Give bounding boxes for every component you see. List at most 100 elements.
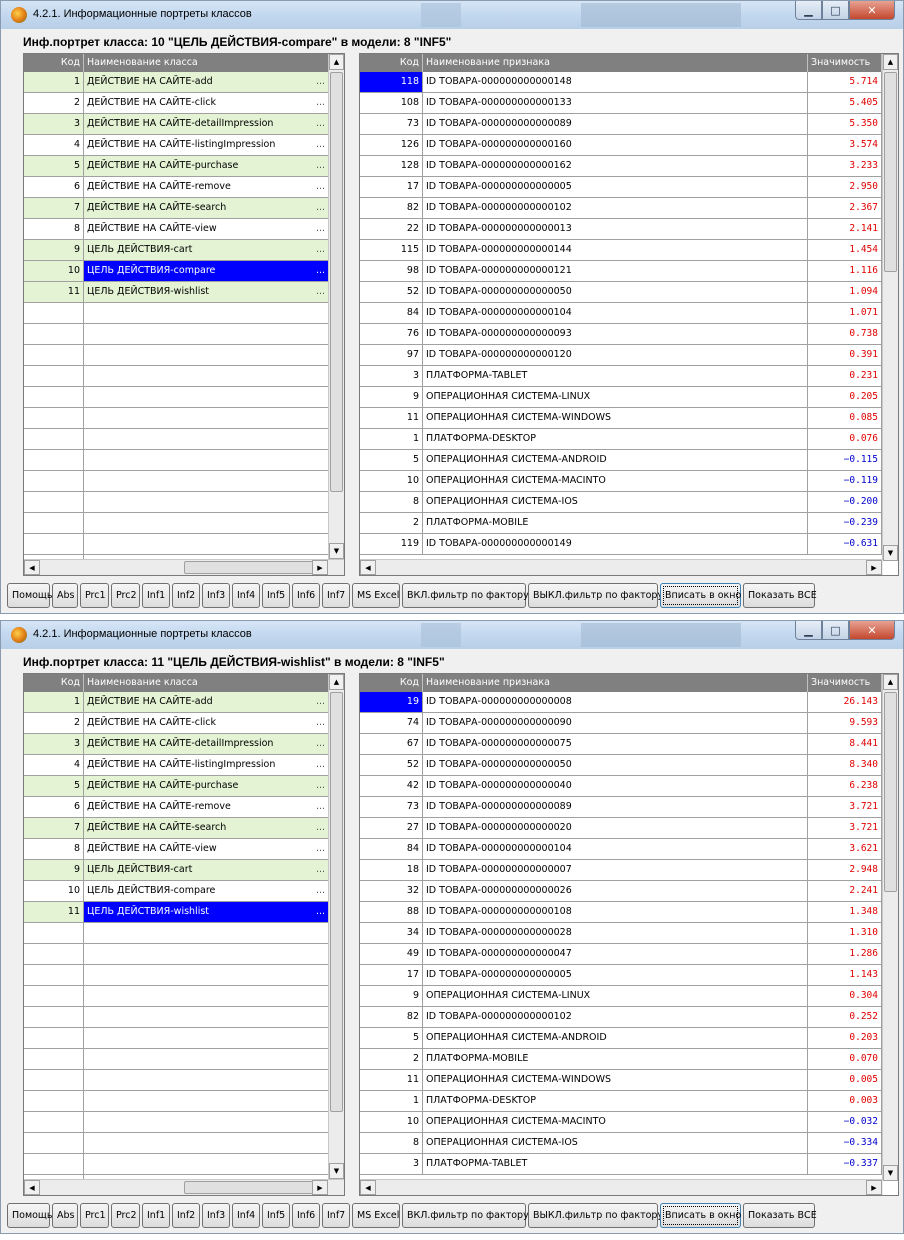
button-15[interactable]: Вписать в окно xyxy=(660,1203,741,1228)
features-table[interactable]: Код Наименование признака Значимость 19 ID Т… xyxy=(359,673,899,1196)
ellipsis-button[interactable]: ... xyxy=(316,839,325,859)
table-row[interactable]: 82 ID ТОВАРА-000000000000102 0.252 xyxy=(360,1007,882,1028)
ellipsis-button[interactable]: ... xyxy=(316,755,325,775)
button-7[interactable]: Inf3 xyxy=(202,1203,230,1228)
close-button[interactable]: ✕ xyxy=(849,621,895,640)
button-9[interactable]: Inf5 xyxy=(262,583,290,608)
table-row[interactable]: 73 ID ТОВАРА-000000000000089 3.721 xyxy=(360,797,882,818)
table-row[interactable]: 3 ДЕЙСТВИЕ НА САЙТЕ-detailImpression... xyxy=(24,734,329,755)
table-row[interactable]: 9 ЦЕЛЬ ДЕЙСТВИЯ-cart... xyxy=(24,240,329,261)
table-row[interactable]: 67 ID ТОВАРА-000000000000075 8.441 xyxy=(360,734,882,755)
table-row[interactable]: 97 ID ТОВАРА-000000000000120 0.391 xyxy=(360,345,882,366)
table-row[interactable]: 9 ЦЕЛЬ ДЕЙСТВИЯ-cart... xyxy=(24,860,329,881)
table-row[interactable]: 5 ДЕЙСТВИЕ НА САЙТЕ-purchase... xyxy=(24,156,329,177)
table-row[interactable]: 42 ID ТОВАРА-000000000000040 6.238 xyxy=(360,776,882,797)
table-row[interactable]: 1 ПЛАТФОРМА-DESKTOP 0.003 xyxy=(360,1091,882,1112)
scroll-down-icon[interactable]: ▼ xyxy=(329,1163,344,1179)
minimize-button[interactable]: ▁ xyxy=(795,1,822,20)
button-11[interactable]: Inf7 xyxy=(322,1203,350,1228)
table-row[interactable]: 52 ID ТОВАРА-000000000000050 1.094 xyxy=(360,282,882,303)
column-header-feature-name[interactable]: Наименование признака xyxy=(423,674,808,692)
app-icon[interactable] xyxy=(11,7,27,23)
table-row[interactable]: 2 ПЛАТФОРМА-MOBILE −0.239 xyxy=(360,513,882,534)
ellipsis-button[interactable]: ... xyxy=(316,776,325,796)
ellipsis-button[interactable]: ... xyxy=(316,114,325,134)
column-header-code[interactable]: Код xyxy=(360,54,423,72)
table-row[interactable]: 2 ПЛАТФОРМА-MOBILE 0.070 xyxy=(360,1049,882,1070)
vertical-scrollbar[interactable]: ▲ ▼ xyxy=(328,54,344,559)
scroll-right-icon[interactable]: ▶ xyxy=(866,1180,882,1195)
ellipsis-button[interactable]: ... xyxy=(316,72,325,92)
table-row[interactable]: 10 ОПЕРАЦИОННАЯ СИСТЕМА-MACINTO −0.032 xyxy=(360,1112,882,1133)
table-row[interactable]: 9 ОПЕРАЦИОННАЯ СИСТЕМА-LINUX 0.205 xyxy=(360,387,882,408)
column-header-significance[interactable]: Значимость xyxy=(808,674,882,692)
maximize-button[interactable]: □ xyxy=(822,1,849,20)
horizontal-scrollbar[interactable]: ◀ ▶ xyxy=(360,559,883,575)
column-header-feature-name[interactable]: Наименование признака xyxy=(423,54,808,72)
ellipsis-button[interactable]: ... xyxy=(316,713,325,733)
close-button[interactable]: ✕ xyxy=(849,1,895,20)
table-row[interactable]: 5 ОПЕРАЦИОННАЯ СИСТЕМА-ANDROID −0.115 xyxy=(360,450,882,471)
button-7[interactable]: Inf3 xyxy=(202,583,230,608)
ellipsis-button[interactable]: ... xyxy=(316,177,325,197)
table-row[interactable]: 10 ОПЕРАЦИОННАЯ СИСТЕМА-MACINTO −0.119 xyxy=(360,471,882,492)
table-row[interactable]: 3 ДЕЙСТВИЕ НА САЙТЕ-detailImpression... xyxy=(24,114,329,135)
ellipsis-button[interactable]: ... xyxy=(316,734,325,754)
table-row[interactable]: 98 ID ТОВАРА-000000000000121 1.116 xyxy=(360,261,882,282)
button-3[interactable]: Prc1 xyxy=(80,583,109,608)
table-row[interactable]: 27 ID ТОВАРА-000000000000020 3.721 xyxy=(360,818,882,839)
ellipsis-button[interactable]: ... xyxy=(316,860,325,880)
button-6[interactable]: Inf2 xyxy=(172,583,200,608)
table-row[interactable]: 11 ЦЕЛЬ ДЕЙСТВИЯ-wishlist... xyxy=(24,902,329,923)
scroll-right-icon[interactable]: ▶ xyxy=(312,1180,328,1195)
table-row[interactable]: 19 ID ТОВАРА-000000000000008 26.143 xyxy=(360,692,882,713)
table-row[interactable]: 11 ЦЕЛЬ ДЕЙСТВИЯ-wishlist... xyxy=(24,282,329,303)
table-row[interactable]: 82 ID ТОВАРА-000000000000102 2.367 xyxy=(360,198,882,219)
button-12[interactable]: MS Excel xyxy=(352,583,400,608)
scroll-up-icon[interactable]: ▲ xyxy=(883,54,898,70)
table-row[interactable]: 84 ID ТОВАРА-000000000000104 1.071 xyxy=(360,303,882,324)
button-5[interactable]: Inf1 xyxy=(142,583,170,608)
table-row[interactable]: 108 ID ТОВАРА-000000000000133 5.405 xyxy=(360,93,882,114)
table-row[interactable]: 49 ID ТОВАРА-000000000000047 1.286 xyxy=(360,944,882,965)
button-13[interactable]: ВКЛ.фильтр по фактору xyxy=(402,583,529,608)
vertical-scrollbar[interactable]: ▲ ▼ xyxy=(328,674,344,1179)
scroll-up-icon[interactable]: ▲ xyxy=(329,674,344,690)
table-row[interactable]: 18 ID ТОВАРА-000000000000007 2.948 xyxy=(360,860,882,881)
button-4[interactable]: Prc2 xyxy=(111,583,140,608)
table-row[interactable]: 2 ДЕЙСТВИЕ НА САЙТЕ-click... xyxy=(24,93,329,114)
scroll-right-icon[interactable]: ▶ xyxy=(866,560,882,575)
button-8[interactable]: Inf4 xyxy=(232,583,260,608)
column-header-significance[interactable]: Значимость xyxy=(808,54,882,72)
ellipsis-button[interactable]: ... xyxy=(316,261,325,281)
button-5[interactable]: Inf1 xyxy=(142,1203,170,1228)
table-row[interactable]: 3 ПЛАТФОРМА-TABLET 0.231 xyxy=(360,366,882,387)
table-row[interactable]: 5 ДЕЙСТВИЕ НА САЙТЕ-purchase... xyxy=(24,776,329,797)
table-row[interactable]: 7 ДЕЙСТВИЕ НА САЙТЕ-search... xyxy=(24,818,329,839)
table-row[interactable]: 1 ПЛАТФОРМА-DESKTOP 0.076 xyxy=(360,429,882,450)
button-6[interactable]: Inf2 xyxy=(172,1203,200,1228)
classes-table[interactable]: Код Наименование класса 1 ДЕЙСТВИЕ НА САЙТЕ… xyxy=(23,53,345,576)
scroll-left-icon[interactable]: ◀ xyxy=(24,1180,40,1195)
table-row[interactable]: 118 ID ТОВАРА-000000000000148 5.714 xyxy=(360,72,882,93)
table-row[interactable]: 8 ОПЕРАЦИОННАЯ СИСТЕМА-IOS −0.334 xyxy=(360,1133,882,1154)
ellipsis-button[interactable]: ... xyxy=(316,818,325,838)
horizontal-scrollbar[interactable]: ◀ ▶ xyxy=(360,1179,883,1195)
ellipsis-button[interactable]: ... xyxy=(316,240,325,260)
column-header-class-name[interactable]: Наименование класса xyxy=(84,54,329,72)
ellipsis-button[interactable]: ... xyxy=(316,282,325,302)
ellipsis-button[interactable]: ... xyxy=(316,198,325,218)
maximize-button[interactable]: □ xyxy=(822,621,849,640)
horizontal-scrollbar[interactable]: ◀ ▶ xyxy=(24,1179,344,1195)
features-table[interactable]: Код Наименование признака Значимость 118 ID … xyxy=(359,53,899,576)
table-row[interactable]: 34 ID ТОВАРА-000000000000028 1.310 xyxy=(360,923,882,944)
table-row[interactable]: 9 ОПЕРАЦИОННАЯ СИСТЕМА-LINUX 0.304 xyxy=(360,986,882,1007)
scroll-up-icon[interactable]: ▲ xyxy=(329,54,344,70)
button-14[interactable]: ВЫКЛ.фильтр по фактору xyxy=(528,1203,663,1228)
table-row[interactable]: 7 ДЕЙСТВИЕ НА САЙТЕ-search... xyxy=(24,198,329,219)
table-row[interactable]: 11 ОПЕРАЦИОННАЯ СИСТЕМА-WINDOWS 0.085 xyxy=(360,408,882,429)
title-bar[interactable]: 4.2.1. Информационные портреты классов ▁ □… xyxy=(1,621,903,649)
button-4[interactable]: Prc2 xyxy=(111,1203,140,1228)
button-13[interactable]: ВКЛ.фильтр по фактору xyxy=(402,1203,529,1228)
table-row[interactable]: 6 ДЕЙСТВИЕ НА САЙТЕ-remove... xyxy=(24,797,329,818)
